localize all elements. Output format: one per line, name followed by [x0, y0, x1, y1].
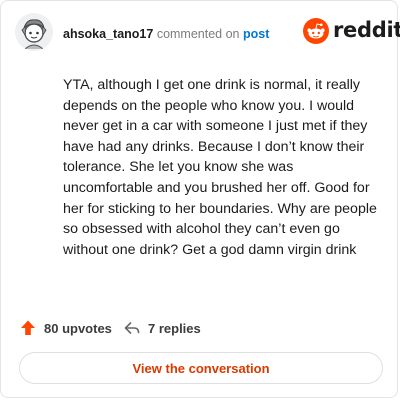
view-conversation-button[interactable]: View the conversation — [19, 352, 383, 384]
username[interactable]: ahsoka_tano17 — [63, 27, 153, 41]
comment-header: ahsoka_tano17 commented on post reddit — [15, 13, 400, 53]
comment-actions: 80 upvotes 7 replies — [19, 317, 379, 339]
upvote-arrow-icon — [21, 320, 35, 335]
reddit-wordmark: reddit — [333, 18, 400, 42]
reply-count: 7 replies — [148, 320, 201, 336]
upvote-button[interactable]: 80 upvotes — [19, 317, 112, 339]
comment-meta: ahsoka_tano17 commented on post — [63, 27, 269, 41]
upvote-count: 80 upvotes — [44, 320, 112, 336]
reddit-snoo-icon — [303, 18, 329, 44]
replies-button[interactable]: 7 replies — [123, 317, 201, 339]
avatar[interactable] — [15, 13, 53, 51]
commented-on-text: commented on — [156, 27, 240, 41]
comment-card: ahsoka_tano17 commented on post reddit Y… — [0, 0, 400, 398]
comment-body: YTA, although I get one drink is normal,… — [63, 77, 377, 258]
reply-arrow-icon — [124, 322, 140, 334]
avatar-illustration-icon — [15, 13, 53, 51]
reddit-logo[interactable]: reddit — [303, 16, 400, 46]
post-link[interactable]: post — [243, 27, 269, 41]
